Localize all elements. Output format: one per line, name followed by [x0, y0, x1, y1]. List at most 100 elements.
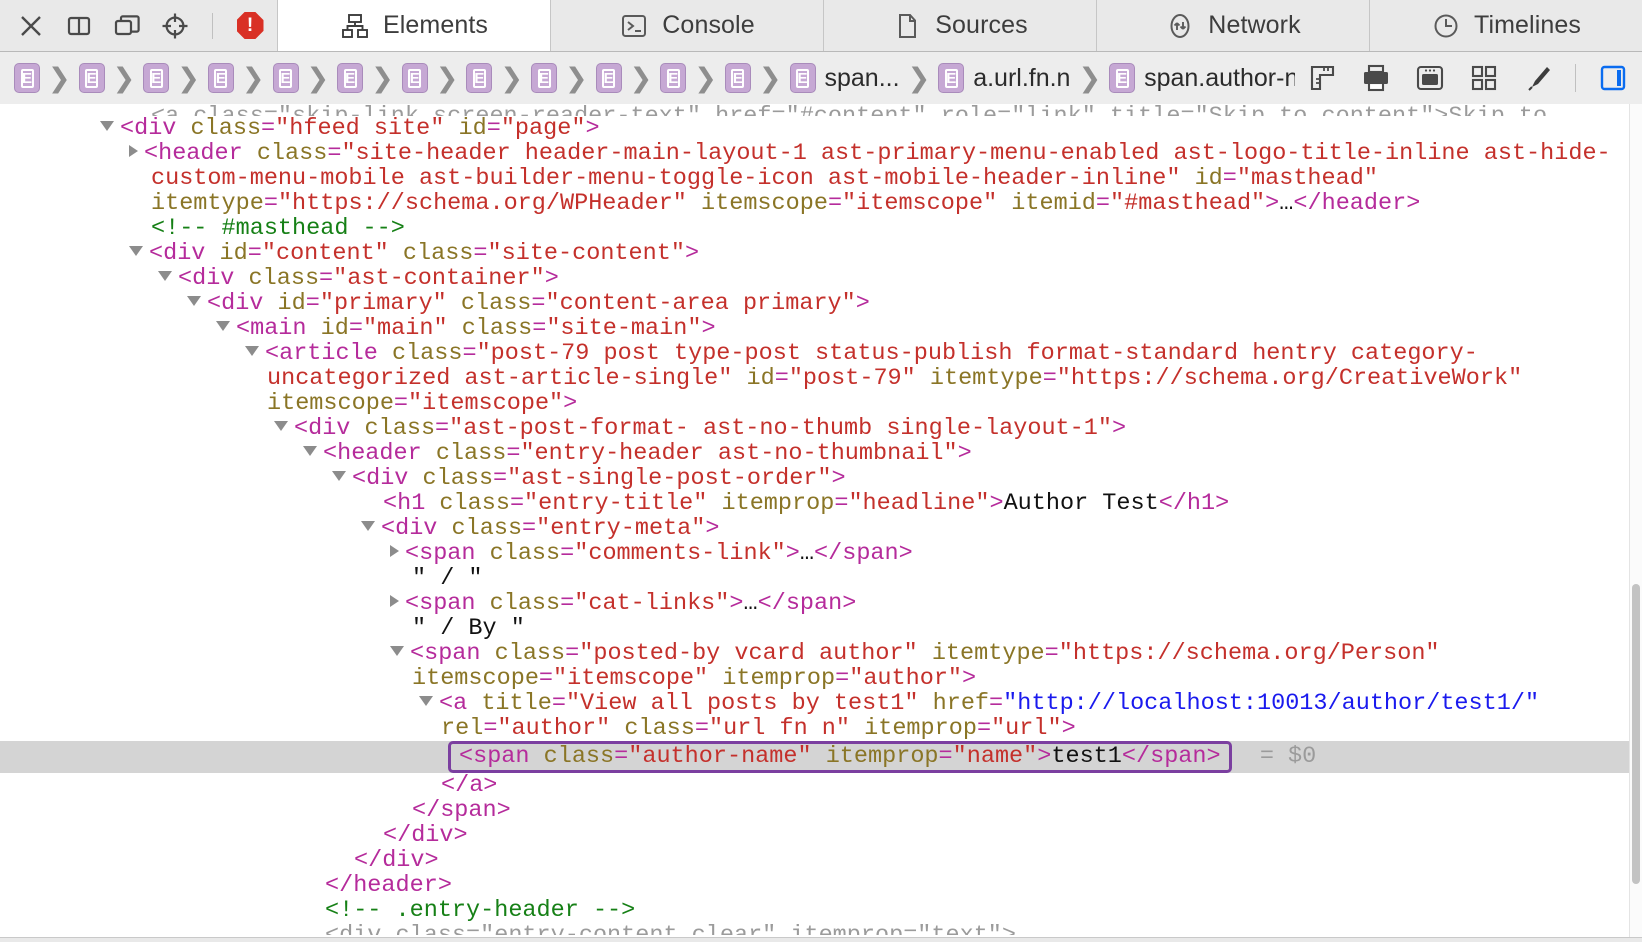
- dom-tree-row[interactable]: <div id="content" class="site-content">: [0, 241, 1642, 266]
- dock-side-icon[interactable]: [62, 9, 96, 43]
- attribute-name[interactable]: class: [436, 440, 507, 467]
- close-icon[interactable]: [14, 9, 48, 43]
- breadcrumb-item[interactable]: E: [202, 63, 240, 93]
- dom-tree-row[interactable]: </span>: [0, 798, 1642, 823]
- attribute-name[interactable]: class: [462, 315, 533, 342]
- attribute-name[interactable]: class: [365, 415, 436, 442]
- disclosure-triangle-closed-icon[interactable]: [390, 545, 399, 557]
- dom-tree-row[interactable]: <span class="cat-links">…</span>: [0, 591, 1642, 616]
- attribute-value[interactable]: "entry-meta": [536, 515, 705, 542]
- attribute-value[interactable]: "url fn n": [709, 715, 850, 742]
- attribute-value[interactable]: "http://localhost:10013/author/test1/": [1003, 690, 1539, 717]
- attribute-value[interactable]: "cat-links": [574, 590, 729, 617]
- dom-tag-name[interactable]: <div: [178, 265, 234, 292]
- disclosure-triangle-closed-icon[interactable]: [390, 595, 399, 607]
- grid-overlay-icon[interactable]: [1467, 61, 1501, 95]
- attribute-name[interactable]: itemtype: [151, 190, 264, 217]
- attribute-value[interactable]: "https://schema.org/CreativeWork": [1057, 365, 1522, 392]
- breadcrumb-item[interactable]: E: [590, 63, 628, 93]
- attribute-value[interactable]: "itemscope": [408, 390, 563, 417]
- attribute-name[interactable]: itemprop: [864, 715, 977, 742]
- attribute-value[interactable]: "content": [262, 240, 389, 267]
- dom-tree-row[interactable]: <header class="entry-header ast-no-thumb…: [0, 441, 1642, 466]
- breadcrumb-item[interactable]: E: [73, 63, 111, 93]
- attribute-value[interactable]: "comments-link": [574, 540, 786, 567]
- attribute-value[interactable]: "masthead": [1237, 165, 1378, 192]
- attribute-value[interactable]: "#masthead": [1110, 190, 1265, 217]
- attribute-value[interactable]: "name": [953, 743, 1038, 770]
- layout-rulers-icon[interactable]: [1305, 61, 1339, 95]
- attribute-name[interactable]: href: [933, 690, 989, 717]
- disclosure-triangle-open-icon[interactable]: [361, 521, 375, 531]
- attribute-value[interactable]: "content-area primary": [546, 290, 856, 317]
- attribute-name[interactable]: itemprop: [722, 490, 835, 517]
- dom-tag-name[interactable]: <div: [207, 290, 263, 317]
- dom-tree-row[interactable]: </div>: [0, 823, 1642, 848]
- dom-tree-row[interactable]: </header>: [0, 873, 1642, 898]
- disclosure-triangle-open-icon[interactable]: [419, 696, 433, 706]
- attribute-value[interactable]: "site-header header-main-layout-1 ast-pr…: [151, 140, 1611, 192]
- dom-tree-row[interactable]: " / ": [0, 566, 1642, 591]
- tab-elements[interactable]: Elements: [277, 0, 550, 51]
- attribute-value[interactable]: "posted-by vcard author": [579, 640, 917, 667]
- attribute-value[interactable]: "author-name": [628, 743, 811, 770]
- disclosure-triangle-open-icon[interactable]: [158, 271, 172, 281]
- dom-tree-row-selected[interactable]: <span class="author-name" itemprop="name…: [0, 741, 1642, 773]
- disclosure-triangle-open-icon[interactable]: [274, 421, 288, 431]
- attribute-name[interactable]: class: [624, 715, 695, 742]
- dom-tree-row[interactable]: " / By ": [0, 616, 1642, 641]
- attribute-name[interactable]: itemscope: [701, 190, 828, 217]
- inspect-element-icon[interactable]: [158, 9, 192, 43]
- attribute-name[interactable]: id: [1195, 165, 1223, 192]
- attribute-name[interactable]: class: [257, 140, 328, 167]
- dom-tree-row[interactable]: <main id="main" class="site-main">: [0, 316, 1642, 341]
- dom-tag-name[interactable]: <div: [120, 115, 176, 142]
- toggle-details-sidebar-icon[interactable]: [1596, 61, 1630, 95]
- dom-tree-row-clipped[interactable]: <div class="entry-content clear" itempro…: [0, 923, 1642, 935]
- disclosure-triangle-closed-icon[interactable]: [129, 145, 138, 157]
- attribute-name[interactable]: id: [459, 115, 487, 142]
- attribute-name[interactable]: itemscope: [412, 665, 539, 692]
- breadcrumb-item-span[interactable]: Espan...: [784, 63, 906, 93]
- dom-tag-name[interactable]: <div: [352, 465, 408, 492]
- breadcrumb-item[interactable]: E: [8, 63, 46, 93]
- attribute-value[interactable]: "ast-container": [333, 265, 545, 292]
- attribute-value[interactable]: "itemscope": [553, 665, 708, 692]
- dom-tree-scrollbar[interactable]: [1629, 104, 1642, 942]
- attribute-name[interactable]: class: [392, 340, 463, 367]
- attribute-value[interactable]: "author": [849, 665, 962, 692]
- print-styles-icon[interactable]: [1359, 61, 1393, 95]
- attribute-name[interactable]: class: [423, 465, 494, 492]
- breadcrumb-item[interactable]: E: [267, 63, 305, 93]
- breadcrumb-item-span-author-name[interactable]: Espan.author-name: [1103, 63, 1295, 93]
- dom-tag-name[interactable]: <div: [381, 515, 437, 542]
- breadcrumb-item-a-url-fn-n[interactable]: Ea.url.fn.n: [932, 63, 1076, 93]
- attribute-value[interactable]: "https://schema.org/WPHeader": [278, 190, 687, 217]
- dom-tree-row[interactable]: <div id="primary" class="content-area pr…: [0, 291, 1642, 316]
- dom-tag-name[interactable]: <header: [144, 140, 243, 167]
- attribute-value[interactable]: "ast-post-format- ast-no-thumb single-la…: [449, 415, 1112, 442]
- selected-dom-node[interactable]: <span class="author-name" itemprop="name…: [448, 741, 1232, 773]
- disclosure-triangle-open-icon[interactable]: [100, 121, 114, 131]
- attribute-name[interactable]: class: [191, 115, 262, 142]
- breadcrumb-item[interactable]: E: [525, 63, 563, 93]
- attribute-value[interactable]: "hfeed site": [275, 115, 444, 142]
- attribute-name[interactable]: class: [490, 590, 561, 617]
- breadcrumb-item[interactable]: E: [137, 63, 175, 93]
- attribute-name[interactable]: class: [249, 265, 320, 292]
- dom-tree-row[interactable]: <span class="comments-link">…</span>: [0, 541, 1642, 566]
- attribute-name[interactable]: itemtype: [932, 640, 1045, 667]
- attribute-value[interactable]: "primary": [320, 290, 447, 317]
- attribute-value[interactable]: "author": [497, 715, 610, 742]
- attribute-value[interactable]: "entry-title": [524, 490, 707, 517]
- dom-tree-row[interactable]: <article class="post-79 post type-post s…: [0, 341, 1642, 416]
- dom-tag-name[interactable]: <span: [405, 540, 476, 567]
- attribute-name[interactable]: class: [439, 490, 510, 517]
- attribute-name[interactable]: id: [278, 290, 306, 317]
- attribute-name[interactable]: id: [747, 365, 775, 392]
- attribute-name[interactable]: title: [481, 690, 552, 717]
- attribute-name[interactable]: rel: [441, 715, 483, 742]
- dom-tag-name[interactable]: <div: [294, 415, 350, 442]
- attribute-value[interactable]: "View all posts by test1": [566, 690, 919, 717]
- attribute-name[interactable]: itemprop: [722, 665, 835, 692]
